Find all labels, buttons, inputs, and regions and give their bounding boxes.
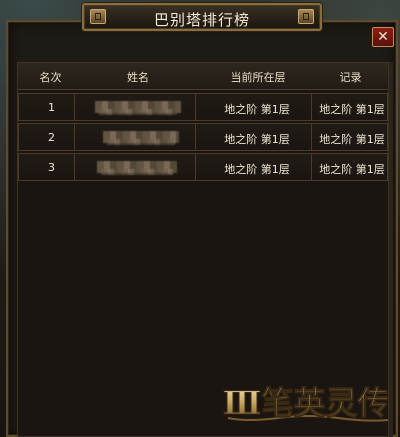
rank-cell: 3 — [48, 161, 55, 174]
column-rank-header: 名次 — [39, 71, 62, 84]
column-separator — [311, 124, 312, 150]
table-row[interactable]: 1 地之阶 第1层 地之阶 第1层 — [18, 93, 388, 121]
rank-cell: 2 — [48, 131, 55, 144]
column-name-header: 姓名 — [127, 71, 149, 84]
obscured-player-name — [101, 169, 173, 175]
window-title: 巴别塔排行榜 — [153, 11, 250, 29]
column-separator — [195, 94, 196, 120]
record-cell: 地之阶 第1层 — [319, 103, 385, 116]
column-separator — [195, 154, 196, 180]
current-layer-cell: 地之阶 第1层 — [224, 163, 290, 176]
rank-cell: 1 — [48, 101, 55, 114]
current-layer-cell: 地之阶 第1层 — [224, 133, 290, 146]
table-row[interactable]: 2 地之阶 第1层 地之阶 第1层 — [18, 123, 388, 151]
logo-text: Ⅲ笔英灵传 — [223, 384, 390, 422]
close-icon: ✕ — [377, 29, 389, 45]
obscured-player-name — [99, 109, 177, 115]
column-layer-header: 当前所在层 — [230, 71, 286, 84]
column-separator — [74, 94, 75, 120]
column-separator — [74, 124, 75, 150]
current-layer-cell: 地之阶 第1层 — [224, 103, 290, 116]
column-separator — [311, 154, 312, 180]
column-separator — [74, 154, 75, 180]
table-row[interactable]: 3 地之阶 第1层 地之阶 第1层 — [18, 153, 388, 181]
column-separator — [311, 94, 312, 120]
close-button[interactable]: ✕ — [372, 27, 394, 47]
record-cell: 地之阶 第1层 — [319, 163, 385, 176]
table-header: 名次 姓名 当前所在层 记录 — [18, 63, 388, 90]
column-separator — [195, 124, 196, 150]
game-logo: Ⅲ笔英灵传 — [222, 384, 390, 423]
record-cell: 地之阶 第1层 — [319, 133, 385, 146]
column-record-header: 记录 — [339, 71, 362, 84]
title-plate: 巴别塔排行榜 — [82, 3, 322, 31]
obscured-player-name — [107, 139, 175, 145]
title-ornament-icon — [298, 9, 314, 24]
